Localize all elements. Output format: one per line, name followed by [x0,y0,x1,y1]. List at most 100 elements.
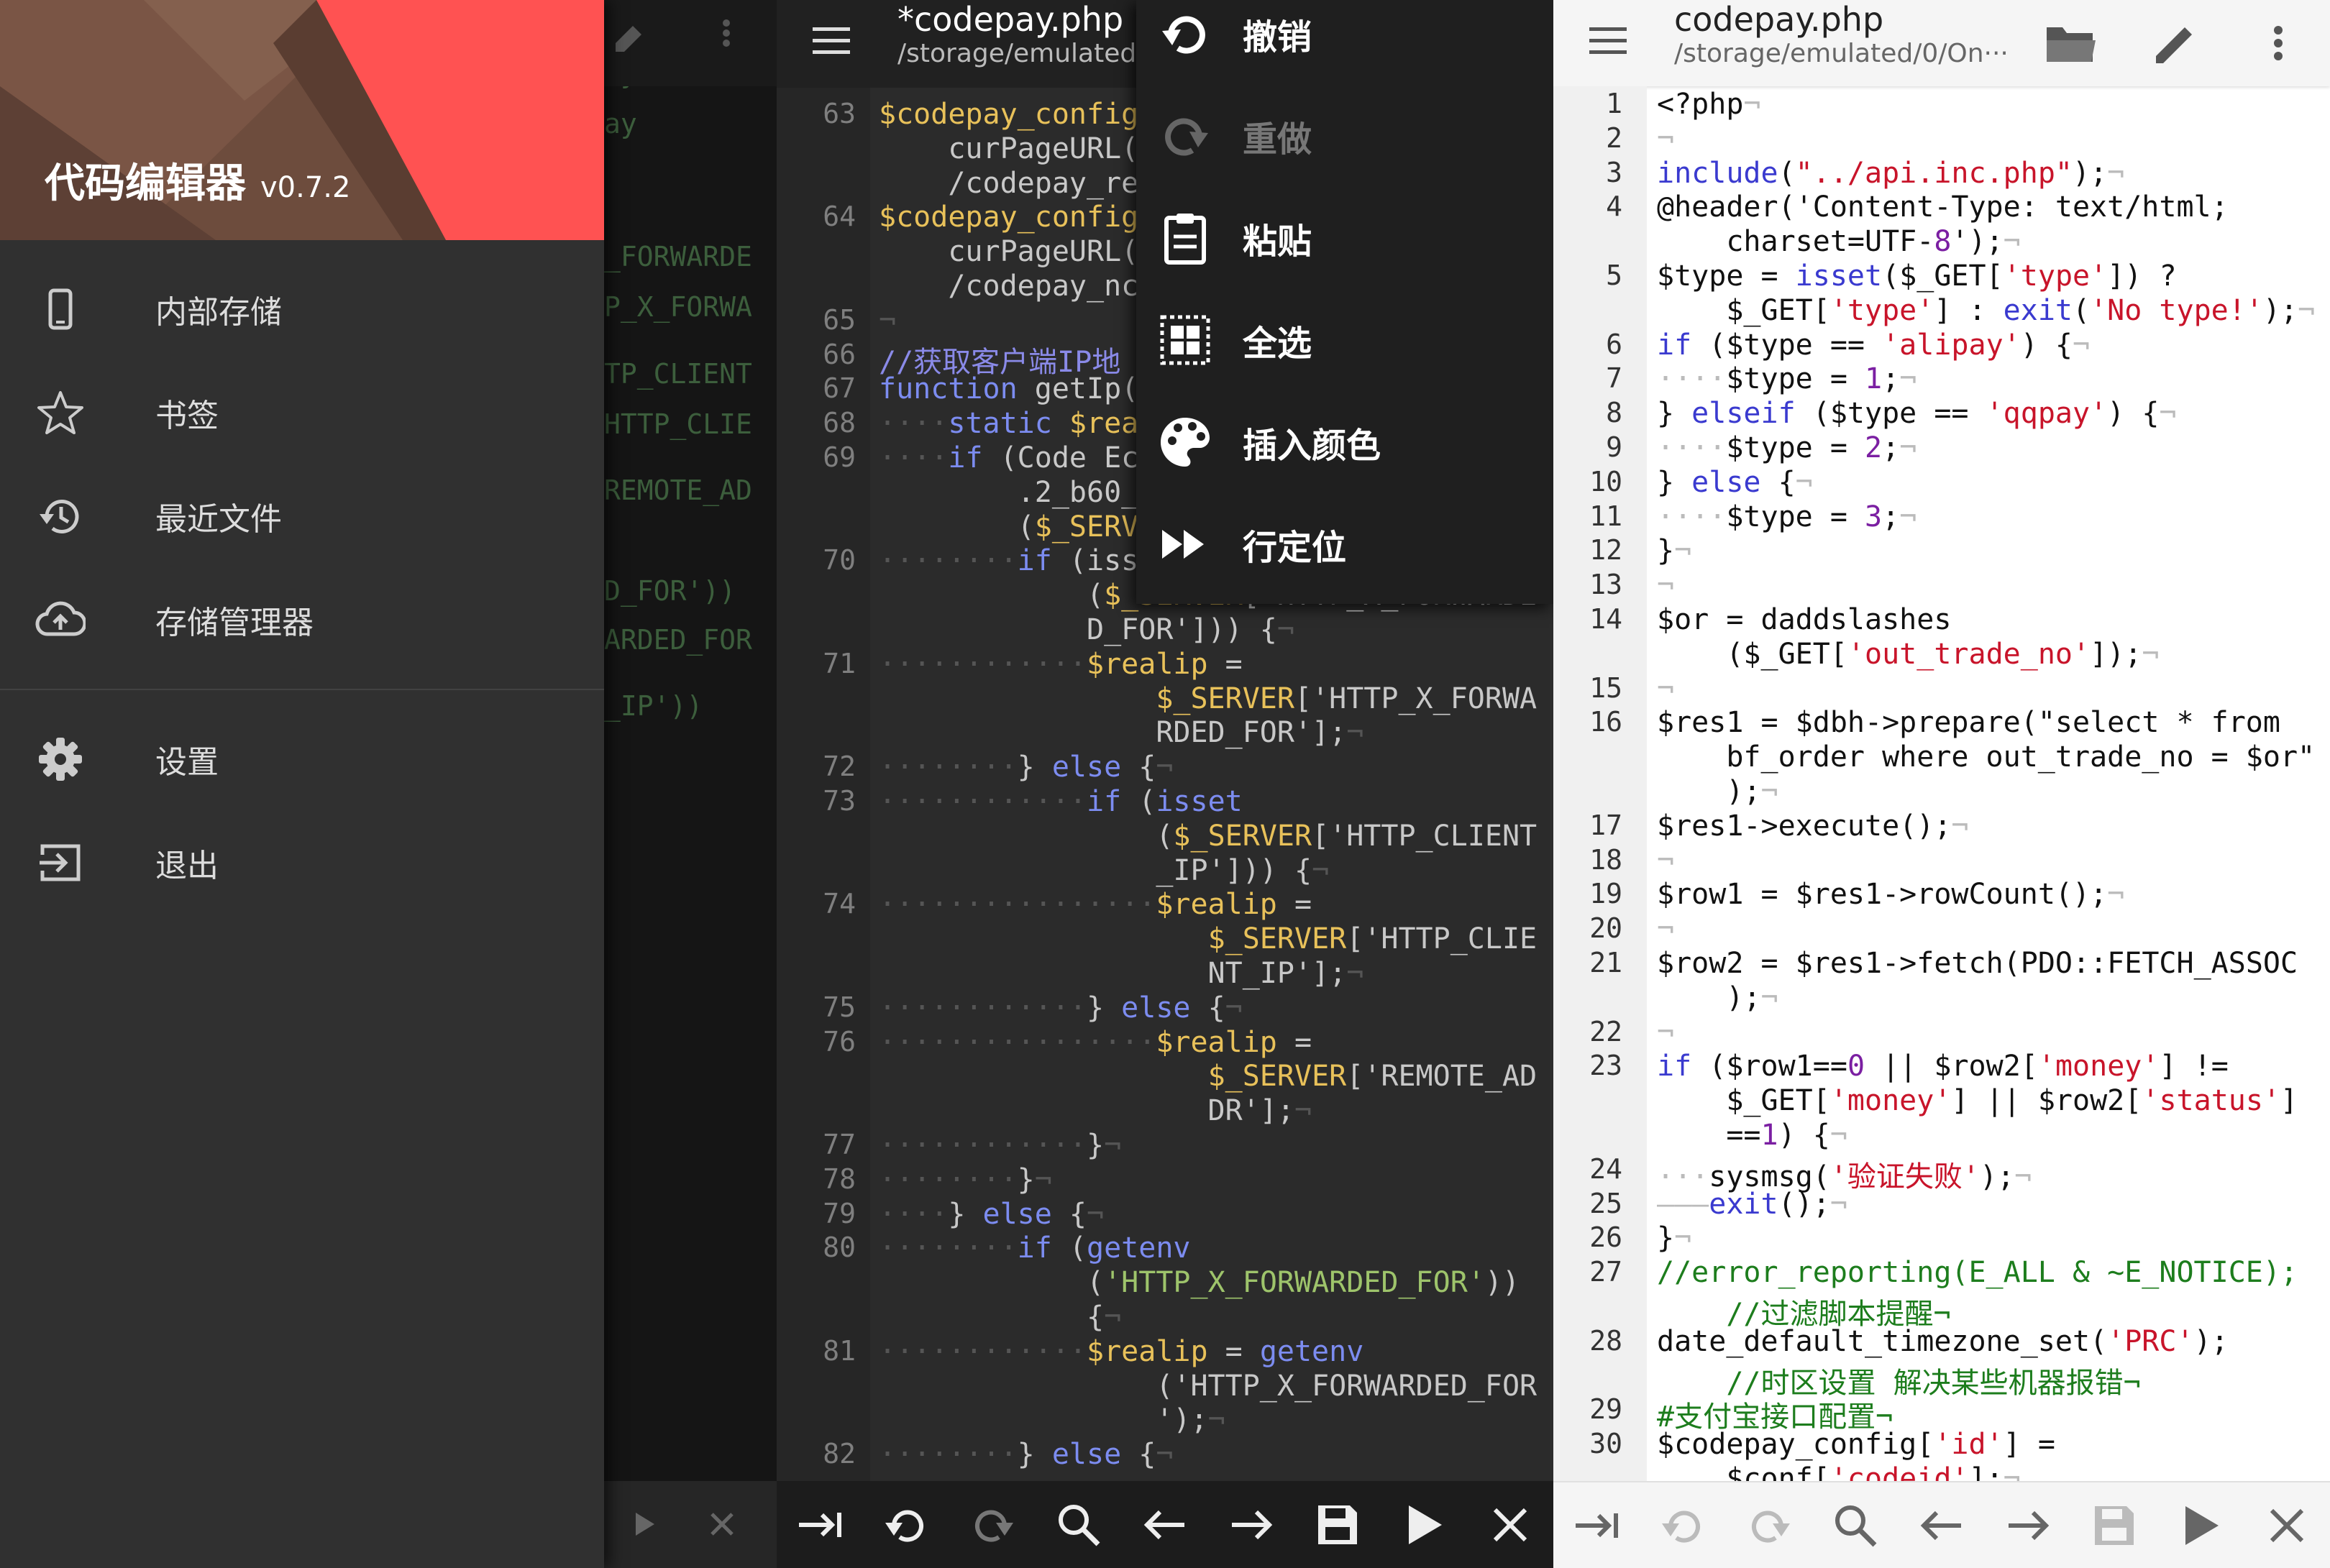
drawer-item-recent-files[interactable]: 最近文件 [0,466,604,567]
arrow-right-icon[interactable] [1226,1500,1276,1550]
code-line[interactable]: ('HTTP_X_FORWARDED_FOR')) [777,1266,1553,1301]
code-line[interactable]: //时区设置 解决某些机器报错¬ [1553,1360,2330,1400]
code-line[interactable]: D_FOR'])) {¬ [777,613,1553,648]
more-icon[interactable] [2264,14,2293,72]
menu-item-redo[interactable]: 重做 [1136,85,1553,187]
code-line[interactable]: 19 $row1 = $res1->rowCount();¬ [1553,878,2330,912]
code-line[interactable]: 73 ············if (isset [777,785,1553,820]
code-line[interactable]: 1 <?php¬ [1553,88,2330,122]
code-line[interactable]: 18 ¬ [1553,844,2330,879]
code-line[interactable]: 30 $codepay_config['id'] = [1553,1428,2330,1462]
redo-icon[interactable] [967,1500,1018,1550]
code-line[interactable]: //过滤脚本提醒¬ [1553,1290,2330,1331]
drawer-item-exit[interactable]: 退出 [0,812,604,913]
code-line[interactable]: 8} elseif ($type == 'qqpay') {¬ [1553,397,2330,431]
menu-item-undo[interactable]: 撤销 [1136,0,1553,85]
drawer-item-settings[interactable]: 设置 [0,709,604,810]
menu-item-goto-line[interactable]: 行定位 [1136,493,1553,595]
code-line[interactable]: 15 ¬ [1553,672,2330,707]
menu-item-insert-color[interactable]: 插入颜色 [1136,391,1553,493]
code-line[interactable]: $_GET['money'] || $row2['status'] [1553,1084,2330,1119]
folder-open-icon[interactable] [2042,14,2100,72]
drawer-item-bookmarks[interactable]: 书签 [0,362,604,463]
code-line[interactable]: 3 include("../api.inc.php");¬ [1553,157,2330,191]
code-line[interactable]: 79 ····} else {¬ [777,1198,1553,1232]
code-line[interactable]: 72 ········} else {¬ [777,751,1553,785]
run-icon[interactable] [2175,1500,2226,1551]
close-icon[interactable] [1485,1500,1535,1550]
search-icon[interactable] [1054,1500,1104,1550]
code-line[interactable]: 29 #支付宝接口配置¬ [1553,1393,2330,1434]
code-line[interactable]: 71 ············$realip = [777,648,1553,682]
search-icon[interactable] [1830,1500,1881,1551]
code-line[interactable]: ($_GET['out_trade_no']);¬ [1553,638,2330,672]
code-line[interactable]: NT_IP'];¬ [777,957,1553,991]
code-line[interactable]: 20 ¬ [1553,912,2330,947]
arrow-left-icon[interactable] [1140,1500,1190,1550]
menu-icon[interactable] [810,19,853,62]
code-line[interactable]: bf_order where out_trade_no = $or" [1553,741,2330,775]
code-line[interactable]: 24 ···sysmsg('验证失败');¬ [1553,1153,2330,1193]
drawer-item-storage-manager[interactable]: 存储管理器 [0,569,604,670]
code-line[interactable]: 2 ¬ [1553,122,2330,157]
code-line[interactable]: 77 ············}¬ [777,1129,1553,1163]
code-line[interactable]: 25 ———exit();¬ [1553,1188,2330,1222]
code-line[interactable]: 75 ············} else {¬ [777,991,1553,1026]
close-icon[interactable] [2262,1500,2312,1551]
code-line[interactable]: 82 ········} else {¬ [777,1438,1553,1472]
edit-icon[interactable] [2147,14,2205,72]
menu-item-select-all[interactable]: 全选 [1136,289,1553,391]
code-line[interactable]: 17 $res1->execute();¬ [1553,810,2330,844]
code-line[interactable]: 28 date_default_timezone_set('PRC'); [1553,1325,2330,1360]
code-line[interactable]: ('HTTP_X_FORWARDED_FOR [777,1370,1553,1404]
code-line[interactable]: DR'];¬ [777,1094,1553,1129]
code-line[interactable]: 10} else {¬ [1553,466,2330,500]
code-line[interactable]: $_SERVER['REMOTE_AD [777,1060,1553,1094]
code-line[interactable]: 22 ¬ [1553,1016,2330,1050]
arrow-right-icon[interactable] [2003,1500,2053,1551]
code-line[interactable]: 11 ····$type = 3;¬ [1553,500,2330,535]
code-line[interactable]: );¬ [1553,981,2330,1016]
code-line[interactable]: ($_SERVER['HTTP_CLIENT [777,820,1553,854]
code-line[interactable]: {¬ [777,1301,1553,1335]
code-line[interactable]: 6 if ($type == 'alipay') {¬ [1553,329,2330,363]
drawer-item-internal-storage[interactable]: 内部存储 [0,259,604,359]
code-line[interactable]: 26}¬ [1553,1221,2330,1256]
code-line[interactable]: 21 $row2 = $res1->fetch(PDO::FETCH_ASSOC [1553,947,2330,981]
menu-item-paste[interactable]: 粘贴 [1136,187,1553,289]
save-icon[interactable] [1312,1500,1363,1550]
code-line[interactable]: $_SERVER['HTTP_X_FORWA [777,682,1553,717]
code-line[interactable]: 5 $type = isset($_GET['type']) ? [1553,260,2330,294]
undo-icon[interactable] [1658,1500,1708,1551]
code-line[interactable]: 74 ················$realip = [777,888,1553,922]
code-line[interactable]: 81 ············$realip = getenv [777,1335,1553,1370]
menu-icon[interactable] [1586,19,1630,62]
code-line[interactable]: charset=UTF-8');¬ [1553,225,2330,260]
redo-icon[interactable] [1744,1500,1794,1551]
code-line[interactable]: 9 ····$type = 2;¬ [1553,431,2330,466]
code-line[interactable]: 27 //error_reporting(E_ALL & ~E_NOTICE); [1553,1256,2330,1290]
run-icon[interactable] [1399,1500,1449,1550]
code-line[interactable]: $_GET['type'] : exit('No type!');¬ [1553,294,2330,329]
code-line[interactable]: $_SERVER['HTTP_CLIE [777,922,1553,957]
code-line[interactable]: 4 @header('Content-Type: text/html; [1553,191,2330,225]
code-line[interactable]: RDED_FOR'];¬ [777,716,1553,751]
code-line[interactable]: 76 ················$realip = [777,1026,1553,1060]
code-line[interactable]: ==1) {¬ [1553,1119,2330,1153]
tab-icon[interactable] [1571,1500,1622,1551]
code-line[interactable]: 23 if ($row1==0 || $row2['money'] != [1553,1050,2330,1084]
code-line[interactable]: 80 ········if (getenv [777,1232,1553,1266]
save-icon[interactable] [2089,1500,2139,1551]
tab-icon[interactable] [795,1500,845,1550]
code-line[interactable]: );¬ [1553,775,2330,810]
code-line[interactable]: 16 $res1 = $dbh->prepare("select * from [1553,706,2330,741]
code-line[interactable]: 14 $or = daddslashes [1553,603,2330,638]
code-line[interactable]: 12}¬ [1553,534,2330,569]
code-line[interactable]: 78 ········}¬ [777,1163,1553,1198]
undo-icon[interactable] [881,1500,931,1550]
code-line[interactable]: 7 ····$type = 1;¬ [1553,362,2330,397]
arrow-left-icon[interactable] [1916,1500,1967,1551]
code-area[interactable]: 1 <?php¬ 2 ¬ 3 include("../api.inc.php");¬ 4 @h… [1553,86,2330,1495]
code-line[interactable]: 13 ¬ [1553,569,2330,603]
code-line[interactable]: ');¬ [777,1403,1553,1438]
